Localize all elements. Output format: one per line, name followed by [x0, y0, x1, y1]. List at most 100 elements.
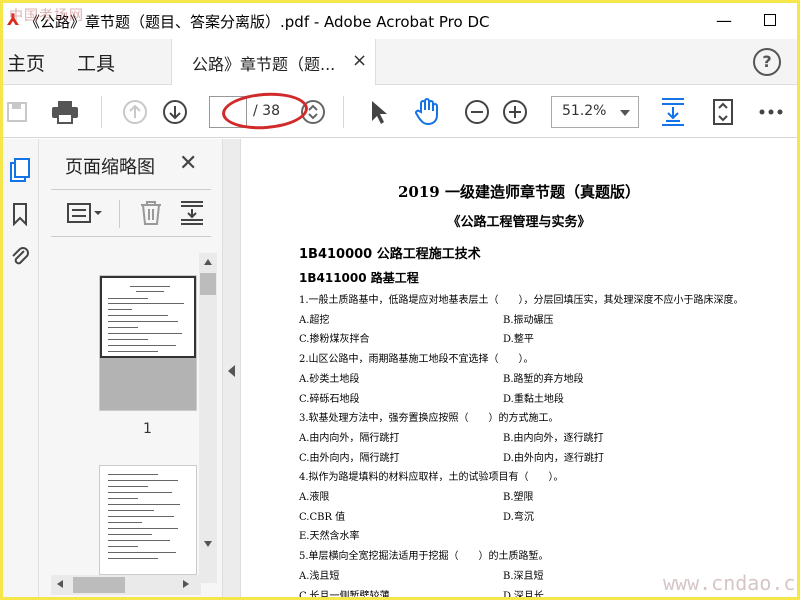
question-line: A.由内向外，隔行跳打 — [299, 433, 400, 444]
thumbnails-panel: 页面缩略图 ✕ 1 — [39, 139, 223, 597]
save-icon[interactable] — [3, 98, 31, 126]
tab-row: 主页 工具 公路》章节题（题... × ? — [3, 39, 797, 85]
previous-page-icon[interactable] — [121, 98, 149, 126]
scrollbar-thumb[interactable] — [73, 577, 125, 593]
thumb-text-line — [108, 309, 132, 310]
thumb-text-line — [108, 552, 176, 553]
answer-option: D.由外向内，逐行跳打 — [503, 453, 604, 464]
toolbar-divider — [343, 96, 344, 128]
print-icon[interactable] — [51, 98, 79, 126]
thumb-text-line — [108, 345, 176, 346]
scroll-up-icon[interactable] — [204, 259, 212, 265]
select-cursor-icon[interactable] — [365, 98, 393, 126]
help-icon[interactable]: ? — [753, 48, 781, 76]
thumbnail-options-icon[interactable] — [67, 202, 103, 228]
zoom-select[interactable]: 51.2% — [551, 96, 639, 128]
document-tab-close-button[interactable]: × — [352, 50, 367, 71]
thumb-text-line — [108, 480, 178, 481]
window-title: 《公路》章节题（题目、答案分离版）.pdf - Adobe Acrobat Pr… — [25, 13, 490, 31]
question-line: C.由外向内，隔行跳打 — [299, 453, 400, 464]
thumbnail-page-number: 1 — [143, 421, 152, 437]
delete-icon[interactable] — [139, 200, 163, 230]
thumb-text-line — [108, 486, 148, 487]
thumb-text-line — [108, 522, 142, 523]
thumb-text-line — [108, 321, 178, 322]
tab-home[interactable]: 主页 — [7, 49, 45, 76]
question-line: 1.一般土质路基中，低路堤应对地基表层土（ ），分层回填压实，其处理深度不应小于… — [299, 295, 744, 306]
section-heading: 1B410000 公路工程施工技术 — [299, 247, 481, 262]
thumb-text-line — [136, 291, 164, 292]
panel-toolbar — [51, 189, 211, 237]
collapse-panel-button[interactable] — [223, 139, 241, 597]
thumbnails-vertical-scrollbar[interactable] — [199, 253, 217, 583]
document-view[interactable]: 2019 一级建造师章节题（真题版） 《公路工程管理与实务》 1B410000 … — [241, 139, 797, 600]
zoom-out-icon[interactable] — [463, 98, 491, 126]
insert-page-icon[interactable] — [179, 200, 205, 230]
question-line: A.超挖 — [299, 315, 330, 326]
answer-option: B.塑限 — [503, 492, 534, 503]
question-line: C.长且一侧堑壁较薄 — [299, 591, 390, 600]
answer-option: B.深且短 — [503, 571, 544, 582]
thumb-text-line — [108, 315, 168, 316]
thumbnail-shade — [100, 358, 196, 410]
document-title: 2019 一级建造师章节题（真题版） — [398, 183, 640, 201]
answer-option: B.由内向外，逐行跳打 — [503, 433, 604, 444]
answer-option: D.深且长 — [503, 591, 544, 600]
maximize-icon — [764, 14, 776, 26]
minimize-button[interactable]: — — [701, 3, 747, 37]
bookmark-icon[interactable] — [7, 201, 33, 227]
question-line: 2.山区公路中，雨期路基施工地段不宜选择（ ）。 — [299, 354, 534, 365]
panel-close-button[interactable]: ✕ — [179, 151, 197, 176]
attachment-icon[interactable] — [7, 243, 33, 269]
thumb-text-line — [108, 492, 172, 493]
zoom-value: 51.2% — [562, 103, 607, 119]
full-screen-icon[interactable] — [709, 98, 737, 126]
question-line: C.碎砾石地段 — [299, 394, 360, 405]
scroll-left-icon[interactable] — [57, 580, 63, 588]
maximize-button[interactable] — [747, 3, 793, 37]
thumb-text-line — [108, 298, 148, 299]
thumb-text-line — [108, 327, 138, 328]
scrollbar-thumb[interactable] — [200, 273, 216, 295]
thumb-text-line — [108, 303, 184, 304]
thumb-text-line — [108, 339, 148, 340]
document-subtitle: 《公路工程管理与实务》 — [447, 215, 591, 230]
title-bar: ⅄ 《公路》章节题（题目、答案分离版）.pdf - Adobe Acrobat … — [3, 3, 797, 39]
chevron-left-icon — [228, 365, 235, 377]
question-line: A.砂类土地段 — [299, 374, 360, 385]
next-page-icon[interactable] — [161, 98, 189, 126]
thumb-text-line — [108, 558, 158, 559]
subsection-heading: 1B411000 路基工程 — [299, 271, 419, 285]
question-line: A.液限 — [299, 492, 330, 503]
chevron-down-icon — [620, 110, 630, 116]
thumb-text-line — [108, 333, 182, 334]
thumb-text-line — [108, 504, 180, 505]
zoom-in-icon[interactable] — [501, 98, 529, 126]
answer-option: B.振动碾压 — [503, 315, 554, 326]
thumb-text-line — [108, 510, 154, 511]
question-line: C.掺粉煤灰拌合 — [299, 334, 370, 345]
question-line: 3.软基处理方法中，强夯置换应按照（ ）的方式施工。 — [299, 413, 559, 424]
scroll-down-icon[interactable] — [204, 541, 212, 547]
page-thumbnail[interactable] — [99, 275, 197, 411]
tab-tools[interactable]: 工具 — [77, 49, 115, 76]
thumb-text-line — [108, 498, 138, 499]
answer-option: B.路堑的弃方地段 — [503, 374, 584, 385]
tab-document[interactable]: 公路》章节题（题... × — [171, 39, 376, 85]
question-line: 5.单层横向全宽挖掘法适用于挖掘（ ）的土质路堑。 — [299, 551, 549, 562]
fit-page-icon[interactable] — [659, 98, 687, 126]
navigation-strip — [3, 139, 39, 597]
panel-title: 页面缩略图 — [65, 157, 155, 178]
thumb-text-line — [108, 516, 174, 517]
page-thumbnail[interactable] — [99, 465, 197, 575]
watermark-logo: 中国考场网 — [9, 8, 84, 24]
toolbar: / 38 51.2% — [3, 86, 797, 138]
scroll-right-icon[interactable] — [183, 580, 189, 588]
more-options-icon[interactable] — [757, 98, 785, 126]
hand-tool-icon[interactable] — [413, 98, 441, 126]
acrobat-window: ⅄ 《公路》章节题（题目、答案分离版）.pdf - Adobe Acrobat … — [0, 0, 800, 600]
thumbnails-horizontal-scrollbar[interactable] — [51, 575, 201, 595]
question-line: 4.拟作为路堤填料的材料应取样，土的试验项目有（ ）。 — [299, 472, 564, 483]
page-thumbnails-icon[interactable] — [7, 157, 33, 183]
toolbar-divider — [101, 96, 102, 128]
